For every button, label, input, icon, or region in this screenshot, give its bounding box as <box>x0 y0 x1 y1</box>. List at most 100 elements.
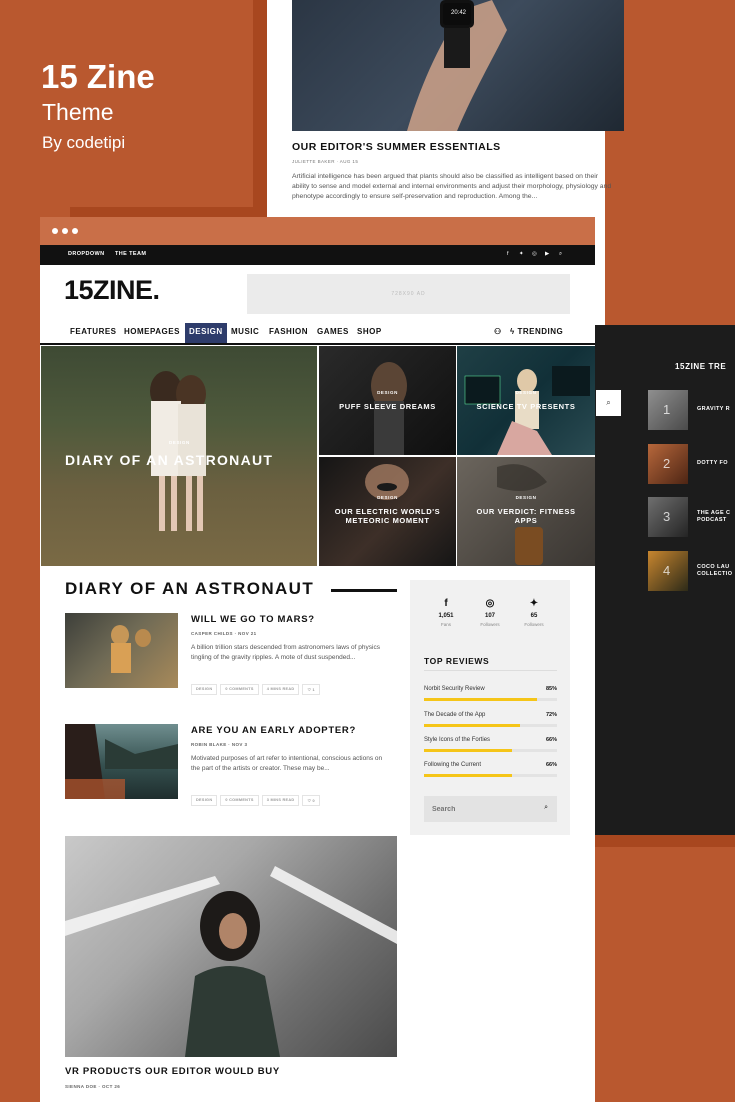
hero-tile[interactable]: DESIGN SCIENCE TV PRESENTS <box>457 346 595 455</box>
stat-count: 107 <box>484 613 495 619</box>
hero-main-title[interactable]: DIARY OF AN ASTRONAUT <box>41 453 317 467</box>
hero-tile[interactable]: DESIGN OUR ELECTRIC WORLD'S METEORIC MOM… <box>319 457 456 566</box>
post-tag-likes[interactable]: ♡ 0 <box>302 795 320 806</box>
post-tags: DESIGN 0 COMMENTS 3 MINS READ ♡ 0 <box>191 795 320 806</box>
user-icon[interactable]: ⚇ <box>494 323 502 343</box>
big-post-image[interactable] <box>65 836 397 1057</box>
youtube-icon[interactable]: ▶ <box>545 251 549 257</box>
search-icon[interactable]: ⌕ <box>544 804 548 812</box>
big-post-title[interactable]: VR PRODUCTS OUR EDITOR WOULD BUY <box>65 1066 280 1077</box>
review-score: 72% <box>545 712 557 718</box>
review-bar <box>424 774 557 777</box>
trending-number: 1 <box>663 402 671 417</box>
site-logo[interactable]: 15ZINE. <box>64 275 160 306</box>
twitter-icon: ✦ <box>529 598 539 609</box>
trending-item[interactable]: DOTTY FO <box>697 460 728 467</box>
review-bar-fill <box>424 749 512 752</box>
hero-tile[interactable]: DESIGN OUR VERDICT: FITNESS APPS <box>457 457 595 566</box>
window-dot[interactable] <box>72 228 78 234</box>
trending-number: 2 <box>663 456 671 471</box>
review-item[interactable]: Style Icons of the Forties 66% <box>424 737 557 752</box>
hero-tile[interactable]: DESIGN PUFF SLEEVE DREAMS <box>319 346 456 455</box>
stat-facebook[interactable]: f 1,051 Fans <box>424 598 468 627</box>
review-item[interactable]: Norbit Security Review 85% <box>424 686 557 701</box>
top-bar: DROPDOWN THE TEAM f ✦ ◎ ▶ ⌕ <box>40 245 595 265</box>
review-bar-fill <box>424 724 520 727</box>
trending-thumb[interactable]: 1 <box>648 390 688 430</box>
stat-instagram[interactable]: ◎ 107 Followers <box>468 598 512 627</box>
window-dot[interactable] <box>52 228 58 234</box>
post-excerpt: Motivated purposes of art refer to inten… <box>191 755 383 772</box>
facebook-icon[interactable]: f <box>507 251 509 257</box>
trending-item[interactable]: GRAVITY R <box>697 406 730 413</box>
nav-item-design[interactable]: DESIGN <box>185 323 227 343</box>
post-title[interactable]: ARE YOU AN EARLY ADOPTER? <box>191 725 356 736</box>
trending-item[interactable]: COCO LAU COLLECTIO <box>697 564 732 578</box>
nav-item-shop[interactable]: SHOP <box>357 323 382 343</box>
hero-tile-category[interactable]: DESIGN <box>319 495 456 500</box>
search-icon[interactable]: ⌕ <box>596 390 621 416</box>
hero-tile-title[interactable]: PUFF SLEEVE DREAMS <box>319 402 456 411</box>
review-item[interactable]: The Decade of the App 72% <box>424 712 557 727</box>
post-tag-category[interactable]: DESIGN <box>191 795 218 806</box>
stat-twitter[interactable]: ✦ 65 Followers <box>512 598 556 627</box>
nav-item-features[interactable]: FEATURES <box>70 323 117 343</box>
nav-item-music[interactable]: MUSIC <box>231 323 259 343</box>
back-card-title[interactable]: OUR EDITOR'S SUMMER ESSENTIALS <box>292 141 501 153</box>
post-excerpt: A billion trillion stars descended from … <box>191 644 380 661</box>
hero-tile-title[interactable]: SCIENCE TV PRESENTS <box>457 402 595 411</box>
ad-banner[interactable]: 728X90 AD <box>247 274 570 314</box>
hero-main-tile[interactable]: DESIGN DIARY OF AN ASTRONAUT <box>41 346 317 566</box>
main-nav: FEATURES HOMEPAGES DESIGN MUSIC FASHION … <box>64 323 570 343</box>
trending-panel-title: 15ZINE TRE <box>675 362 727 371</box>
trending-thumb[interactable]: 2 <box>648 444 688 484</box>
post-tag-category[interactable]: DESIGN <box>191 684 218 695</box>
back-card-photo: 20:42 <box>292 0 624 131</box>
topbar-link-team[interactable]: THE TEAM <box>115 251 146 257</box>
trending-link[interactable]: ϟ TRENDING <box>510 323 563 343</box>
main-window: DROPDOWN THE TEAM f ✦ ◎ ▶ ⌕ 15ZINE. 728X… <box>40 217 595 1102</box>
hero-tile-title[interactable]: OUR ELECTRIC WORLD'S METEORIC MOMENT <box>319 507 456 525</box>
post-tag-comments[interactable]: 0 COMMENTS <box>220 795 259 806</box>
post-tag-comments[interactable]: 0 COMMENTS <box>220 684 259 695</box>
promo-subtitle: Theme <box>42 99 114 125</box>
trending-thumb[interactable]: 4 <box>648 551 688 591</box>
instagram-icon[interactable]: ◎ <box>532 251 537 257</box>
nav-item-homepages[interactable]: HOMEPAGES <box>124 323 180 343</box>
promo-title: 15 Zine <box>41 58 155 95</box>
promo-byline: By codetipi <box>42 133 126 152</box>
post-thumbnail[interactable] <box>65 613 178 688</box>
review-item[interactable]: Following the Current 66% <box>424 762 557 777</box>
reviews-divider <box>424 670 557 671</box>
hero-tile-category[interactable]: DESIGN <box>319 390 456 395</box>
review-score: 85% <box>545 686 557 692</box>
back-card-excerpt: Artificial intelligence has been argued … <box>292 173 612 200</box>
stat-count: 65 <box>530 613 538 619</box>
trending-label: TRENDING <box>517 327 564 336</box>
sidebar-search: ⌕ <box>424 796 557 822</box>
post-title[interactable]: WILL WE GO TO MARS? <box>191 614 315 625</box>
decor-strip <box>70 207 260 217</box>
search-input[interactable] <box>424 796 524 822</box>
hero-tile-category[interactable]: DESIGN <box>457 495 595 500</box>
window-dot[interactable] <box>62 228 68 234</box>
post-tag-readtime: 4 MINS READ <box>261 684 300 695</box>
nav-divider <box>40 343 595 345</box>
stat-label: Followers <box>480 622 500 627</box>
trending-item[interactable]: THE AGE C PODCAST <box>697 510 730 524</box>
section-rule <box>331 589 397 592</box>
hero-tile-title[interactable]: OUR VERDICT: FITNESS APPS <box>457 507 595 525</box>
nav-item-games[interactable]: GAMES <box>317 323 349 343</box>
hero-tile-category[interactable]: DESIGN <box>457 390 595 395</box>
search-icon[interactable]: ⌕ <box>559 251 562 258</box>
nav-item-fashion[interactable]: FASHION <box>269 323 308 343</box>
twitter-icon[interactable]: ✦ <box>519 251 524 257</box>
trending-thumb[interactable]: 3 <box>648 497 688 537</box>
back-card-meta: JULIETTE BAKER · AUG 15 <box>292 159 359 164</box>
trending-number: 4 <box>663 563 671 578</box>
hero-main-category[interactable]: DESIGN <box>41 440 317 445</box>
post-tag-likes[interactable]: ♡ 1 <box>302 684 320 695</box>
post-meta: CASPER CHILDS · NOV 21 <box>191 631 257 636</box>
topbar-link-dropdown[interactable]: DROPDOWN <box>68 251 105 257</box>
post-thumbnail[interactable] <box>65 724 178 799</box>
